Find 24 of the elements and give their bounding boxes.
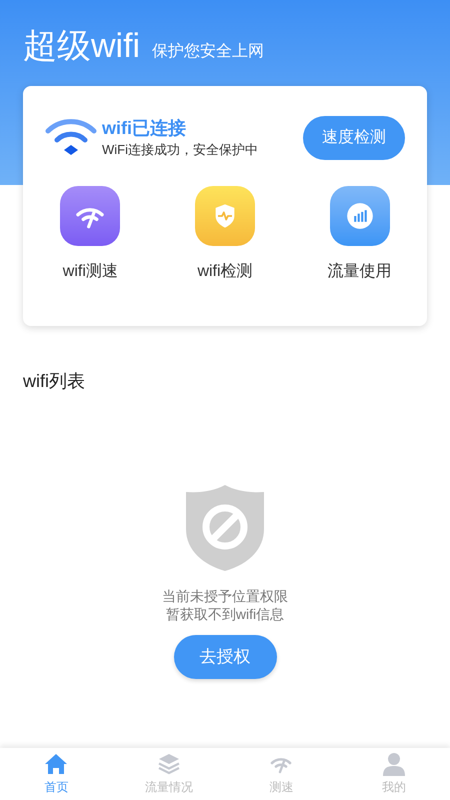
- shield-pulse-icon: [194, 186, 255, 246]
- connection-detail: WiFi连接成功，安全保护中: [102, 141, 258, 159]
- speedometer-icon: [60, 186, 120, 246]
- layers-icon: [156, 752, 181, 776]
- speed-test-button[interactable]: 速度检测: [303, 116, 405, 160]
- tab-item[interactable]: 我的: [338, 748, 450, 800]
- tab-item[interactable]: 测速: [225, 748, 338, 800]
- app-subtitle: 保护您安全上网: [152, 42, 264, 62]
- tab-item[interactable]: 首页: [0, 748, 112, 800]
- app-title: 超级wifi: [23, 26, 140, 66]
- authorize-button[interactable]: 去授权: [174, 635, 276, 679]
- empty-message: 暂获取不到wifi信息: [166, 605, 284, 623]
- bar-chart-icon: [330, 186, 390, 246]
- blocked-shield-icon: [186, 485, 264, 571]
- section-title: wifi列表: [23, 370, 86, 393]
- home-icon: [44, 752, 68, 776]
- tool-label[interactable]: wifi检测: [197, 260, 253, 284]
- wifi-icon: [45, 119, 97, 157]
- tool-label[interactable]: 流量使用: [328, 260, 392, 284]
- user-icon: [382, 752, 406, 776]
- tool-label[interactable]: wifi测速: [62, 260, 118, 284]
- empty-message: 当前未授予位置权限: [162, 587, 288, 605]
- tab-item[interactable]: 流量情况: [112, 748, 225, 800]
- connection-status: wifi已连接: [102, 117, 187, 140]
